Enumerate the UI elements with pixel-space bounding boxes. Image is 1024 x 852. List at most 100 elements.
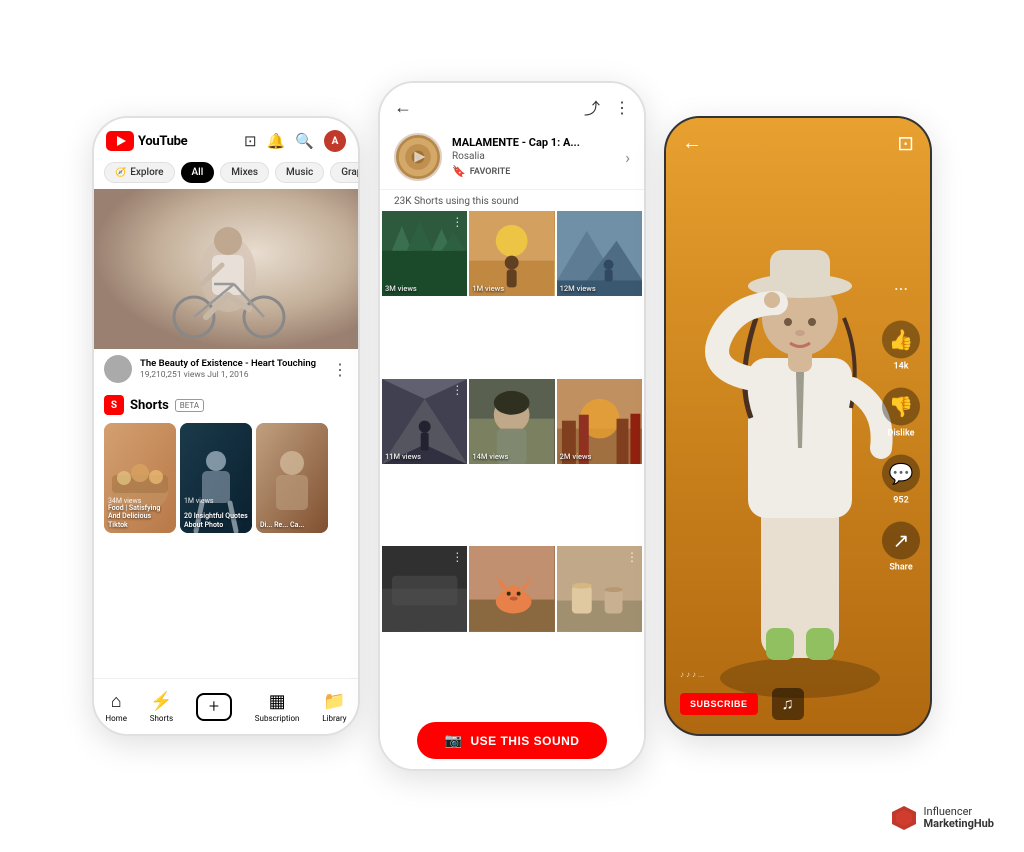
tt-dislike-button[interactable]: 👎 Dislike <box>882 388 920 439</box>
grid-item-9[interactable]: ⋮ <box>557 546 642 631</box>
shorts-sound-phone: ← ⤴ ⋮ <box>378 81 646 771</box>
tt-share-icon-wrap: ↗ <box>882 522 920 560</box>
tt-bottom-actions: SUBSCRIBE ♫ <box>680 688 916 720</box>
tt-share-button[interactable]: ↗ Share <box>882 522 920 573</box>
tt-header: ← ⊡ <box>666 118 930 161</box>
grid-1-more[interactable]: ⋮ <box>451 215 463 229</box>
tt-like-icon-wrap: 👍 <box>882 321 920 359</box>
chip-all[interactable]: All <box>181 162 215 183</box>
bookmark-icon: 🔖 <box>452 165 466 178</box>
ms-more-icon[interactable]: ⋮ <box>614 98 630 117</box>
grid-2-views: 1M views <box>472 284 504 293</box>
ms-count-text: 23K Shorts using this sound <box>380 190 644 211</box>
brand-logo: Influencer MarketingHub <box>890 804 994 832</box>
grid-9-more[interactable]: ⋮ <box>626 550 638 564</box>
ms-header-icons: ⤴ ⋮ <box>584 95 630 119</box>
short-1-label: Food | Satisfying And Delicious Tiktok <box>108 504 172 529</box>
nav-add[interactable]: + <box>196 693 232 721</box>
brand-line2: MarketingHub <box>924 818 994 830</box>
ms-back-button[interactable]: ← <box>394 97 412 118</box>
ms-favorite-row: 🔖 FAVORITE <box>452 165 615 178</box>
yt-header-icons: ⊡ 🔔 🔍 A <box>244 130 346 152</box>
ms-video-grid: ⋮ 3M views 1M views <box>380 211 644 712</box>
youtube-phone: YouTube ⊡ 🔔 🔍 A 🧭 Explore All Mixes Musi… <box>92 116 360 736</box>
thumbs-up-icon: 👍 <box>889 328 914 352</box>
sound-wave-icon: ♫ <box>782 694 794 714</box>
grid-5-views: 14M views <box>472 452 508 461</box>
tt-share-label: Share <box>889 563 912 573</box>
comment-icon: 💬 <box>889 462 914 486</box>
search-icon[interactable]: 🔍 <box>295 132 314 150</box>
yt-main-thumbnail <box>94 189 358 349</box>
grid-1-views: 3M views <box>385 284 417 293</box>
tt-right-actions: ··· 👍 14k 👎 Dislike 💬 <box>882 280 920 573</box>
nav-library-label: Library <box>322 714 346 723</box>
grid-item-3[interactable]: 12M views <box>557 211 642 296</box>
ms-share-icon[interactable]: ⤴ <box>584 95 600 119</box>
brand-logo-icon <box>890 804 918 832</box>
share-icon: ↗ <box>893 529 910 553</box>
nav-shorts[interactable]: ⚡ Shorts <box>150 691 173 723</box>
tt-like-button[interactable]: 👍 14k <box>882 321 920 372</box>
chip-graphic[interactable]: Graphic <box>330 162 358 183</box>
notification-icon[interactable]: 🔔 <box>267 132 286 150</box>
yt-avatar[interactable]: A <box>324 130 346 152</box>
ms-sound-row: MALAMENTE - Cap 1: A... Rosalia 🔖 FAVORI… <box>380 125 644 190</box>
chip-explore[interactable]: 🧭 Explore <box>104 162 175 183</box>
cast-icon[interactable]: ⊡ <box>244 132 257 150</box>
ms-header: ← ⤴ ⋮ <box>380 83 644 125</box>
yt-video-meta: The Beauty of Existence - Heart Touching… <box>94 349 358 389</box>
tt-camera-icon[interactable]: ⊡ <box>897 131 914 155</box>
phones-container: YouTube ⊡ 🔔 🔍 A 🧭 Explore All Mixes Musi… <box>62 41 962 811</box>
add-icon[interactable]: + <box>196 693 232 721</box>
grid-item-1[interactable]: ⋮ 3M views <box>382 211 467 296</box>
yt-header: YouTube ⊡ 🔔 🔍 A <box>94 118 358 156</box>
brand-text: Influencer MarketingHub <box>924 806 994 830</box>
grid-item-4[interactable]: ⋮ 11M views <box>382 379 467 464</box>
shorts-card-1[interactable]: 34M views Food | Satisfying And Deliciou… <box>104 423 176 533</box>
tt-comment-icon-wrap: 💬 <box>882 455 920 493</box>
ms-favorite-label: FAVORITE <box>470 167 511 177</box>
nav-shorts-label: Shorts <box>150 714 173 723</box>
short-2-views: 1M views <box>184 497 213 505</box>
tt-back-button[interactable]: ← <box>682 130 702 155</box>
camera-icon: 📷 <box>445 732 463 749</box>
subscription-icon: ▦ <box>269 691 286 712</box>
tt-more-dots[interactable]: ··· <box>894 280 908 301</box>
grid-item-2[interactable]: 1M views <box>469 211 554 296</box>
grid-item-7[interactable]: ⋮ <box>382 546 467 631</box>
grid-item-5[interactable]: 14M views <box>469 379 554 464</box>
ms-sound-thumbnail <box>394 133 442 181</box>
yt-shorts-row: 34M views Food | Satisfying And Deliciou… <box>94 419 358 537</box>
nav-subscription[interactable]: ▦ Subscription <box>255 691 300 723</box>
tt-comment-button[interactable]: 💬 952 <box>882 455 920 506</box>
tt-sound-button[interactable]: ♫ <box>772 688 804 720</box>
shorts-card-3[interactable]: Di... Re... Ca... <box>256 423 328 533</box>
tt-video-caption: ♪ ♪ ♪ ... <box>680 669 916 682</box>
subscribe-button[interactable]: SUBSCRIBE <box>680 693 758 715</box>
grid-item-6[interactable]: 2M views <box>557 379 642 464</box>
grid-4-more[interactable]: ⋮ <box>451 383 463 397</box>
grid-6-views: 2M views <box>560 452 592 461</box>
short-2-label: 20 Insightful Quotes About Photo <box>184 512 248 529</box>
shorts-card-2[interactable]: 1M views 20 Insightful Quotes About Phot… <box>180 423 252 533</box>
use-this-sound-button[interactable]: 📷 USE THIS SOUND <box>417 722 608 759</box>
grid-7-more[interactable]: ⋮ <box>451 550 463 564</box>
tt-comment-count: 952 <box>893 496 908 506</box>
ms-sound-info: MALAMENTE - Cap 1: A... Rosalia 🔖 FAVORI… <box>452 136 615 178</box>
chip-music[interactable]: Music <box>275 162 324 183</box>
tt-dislike-icon-wrap: 👎 <box>882 388 920 426</box>
ms-use-sound-bar: 📷 USE THIS SOUND <box>380 712 644 769</box>
nav-subscription-label: Subscription <box>255 714 300 723</box>
nav-library[interactable]: 📁 Library <box>322 691 346 723</box>
chip-mixes[interactable]: Mixes <box>220 162 269 183</box>
page-wrapper: YouTube ⊡ 🔔 🔍 A 🧭 Explore All Mixes Musi… <box>0 0 1024 852</box>
grid-item-8[interactable] <box>469 546 554 631</box>
nav-home[interactable]: ⌂ Home <box>105 691 127 723</box>
youtube-logo-icon <box>106 131 134 151</box>
yt-video-info: The Beauty of Existence - Heart Touching… <box>140 358 324 380</box>
video-more-icon[interactable]: ⋮ <box>332 360 348 379</box>
library-icon: 📁 <box>323 691 345 712</box>
ms-chevron-icon[interactable]: › <box>625 148 630 167</box>
ms-sound-title: MALAMENTE - Cap 1: A... <box>452 136 615 149</box>
